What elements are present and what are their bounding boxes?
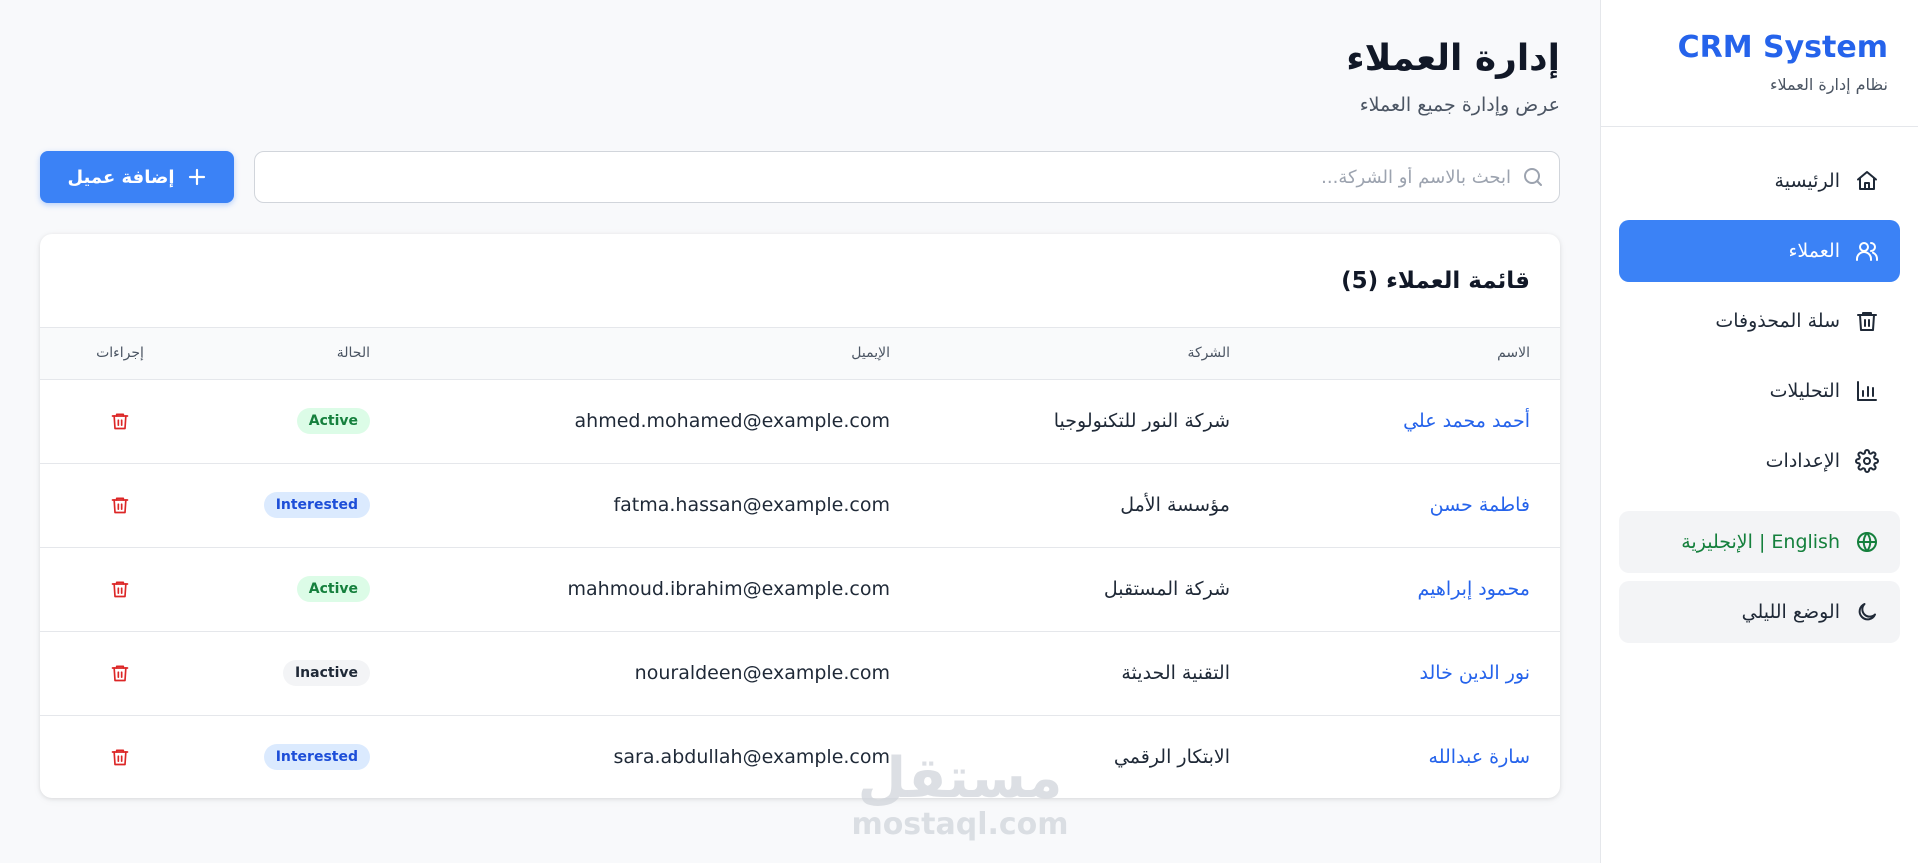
trash-icon [111, 665, 129, 681]
sidebar-item-customers[interactable]: العملاء [1619, 220, 1900, 282]
add-customer-button[interactable]: إضافة عميل [40, 151, 234, 203]
customers-table: الاسم الشركة الإيميل الحالة إجراءات أحمد… [40, 328, 1560, 798]
customer-email: mahmoud.ibrahim@example.com [567, 578, 891, 600]
table-row: نور الدين خالد التقنية الحديثة nouraldee… [40, 631, 1560, 715]
table-header-row: الاسم الشركة الإيميل الحالة إجراءات [40, 328, 1560, 380]
dark-mode-toggle-label: الوضع الليلي [1741, 601, 1840, 623]
nav-divider [1619, 500, 1900, 501]
sidebar-item-label: العملاء [1788, 240, 1841, 262]
status-badge: Active [296, 408, 370, 434]
moon-icon [1854, 599, 1880, 625]
customers-card: قائمة العملاء (5) الاسم الشركة الإيميل ا… [40, 234, 1560, 798]
column-header-name[interactable]: الاسم [1260, 328, 1560, 380]
brand-title: CRM System [1677, 30, 1888, 65]
customer-company: مؤسسة الأمل [1120, 494, 1230, 516]
search-bar [254, 151, 1560, 203]
customer-email: nouraldeen@example.com [634, 662, 890, 684]
watermark: مستقل mostaql.com [845, 750, 1075, 842]
search-icon [1521, 165, 1545, 189]
dark-mode-toggle[interactable]: الوضع الليلي [1619, 581, 1900, 643]
trash-icon [111, 413, 129, 429]
column-header-email[interactable]: الإيميل [400, 328, 920, 380]
delete-button[interactable] [106, 407, 134, 435]
sidebar: CRM System نظام إدارة العملاء الرئيسية ا… [1600, 0, 1918, 863]
page-title: إدارة العملاء [1346, 38, 1560, 79]
watermark-arabic: مستقل [857, 746, 1063, 811]
customer-name-link[interactable]: فاطمة حسن [1260, 463, 1560, 547]
status-badge: Inactive [282, 660, 370, 686]
sidebar-item-settings[interactable]: الإعدادات [1619, 430, 1900, 492]
customer-email: ahmed.mohamed@example.com [574, 410, 890, 432]
table-row: فاطمة حسن مؤسسة الأمل fatma.hassan@examp… [40, 463, 1560, 547]
trash-icon [1854, 308, 1880, 334]
delete-button[interactable] [106, 575, 134, 603]
sidebar-item-label: الإعدادات [1765, 450, 1840, 472]
column-header-actions: إجراءات [40, 328, 170, 380]
brand-subtitle: نظام إدارة العملاء [1769, 75, 1888, 94]
delete-button[interactable] [106, 659, 134, 687]
home-icon [1854, 168, 1880, 194]
table-title: قائمة العملاء (5) [40, 234, 1560, 328]
sidebar-nav: الرئيسية العملاء سلة المحذوفات التحليلات… [1601, 127, 1918, 643]
status-badge: Active [296, 576, 370, 602]
search-input[interactable] [269, 152, 1511, 202]
column-header-status[interactable]: الحالة [170, 328, 400, 380]
main-content: إدارة العملاء عرض وإدارة جميع العملاء إض… [0, 0, 1600, 863]
delete-button[interactable] [106, 491, 134, 519]
table-row: سارة عبدالله الابتكار الرقمي sara.abdull… [40, 715, 1560, 798]
sidebar-item-label: الرئيسية [1774, 170, 1840, 192]
customer-name-link[interactable]: أحمد محمد علي [1260, 379, 1560, 463]
customer-name-link[interactable]: سارة عبدالله [1260, 715, 1560, 798]
customer-company: شركة النور للتكنولوجيا [1053, 410, 1230, 432]
customer-email: sara.abdullah@example.com [613, 746, 890, 769]
language-toggle[interactable]: English | الإنجليزية [1619, 511, 1900, 573]
customer-name-link[interactable]: نور الدين خالد [1260, 631, 1560, 715]
status-badge: Interested [263, 744, 370, 771]
users-icon [1854, 238, 1880, 264]
sidebar-item-analytics[interactable]: التحليلات [1619, 360, 1900, 422]
plus-icon [187, 167, 207, 187]
globe-icon [1854, 529, 1880, 555]
add-customer-label: إضافة عميل [67, 166, 175, 188]
trash-icon [111, 581, 129, 597]
sidebar-item-home[interactable]: الرئيسية [1619, 150, 1900, 212]
column-header-company[interactable]: الشركة [920, 328, 1260, 380]
customer-company: شركة المستقبل [1103, 578, 1230, 600]
sidebar-item-label: سلة المحذوفات [1715, 310, 1840, 332]
customer-company: التقنية الحديثة [1121, 662, 1230, 684]
status-badge: Interested [263, 492, 370, 518]
table-row: محمود إبراهيم شركة المستقبل mahmoud.ibra… [40, 547, 1560, 631]
gear-icon [1854, 448, 1880, 474]
customer-name-link[interactable]: محمود إبراهيم [1260, 547, 1560, 631]
bar-chart-icon [1854, 378, 1880, 404]
brand: CRM System نظام إدارة العملاء [1601, 0, 1918, 127]
trash-icon [111, 497, 129, 513]
language-toggle-label: English | الإنجليزية [1681, 531, 1840, 553]
sidebar-item-label: التحليلات [1769, 380, 1840, 402]
watermark-latin: mostaql.com [851, 807, 1069, 842]
sidebar-item-trash[interactable]: سلة المحذوفات [1619, 290, 1900, 352]
trash-icon [111, 749, 129, 766]
table-row: أحمد محمد علي شركة النور للتكنولوجيا ahm… [40, 379, 1560, 463]
delete-button[interactable] [106, 743, 134, 771]
customer-email: fatma.hassan@example.com [613, 494, 890, 516]
page-subtitle: عرض وإدارة جميع العملاء [1359, 94, 1560, 116]
